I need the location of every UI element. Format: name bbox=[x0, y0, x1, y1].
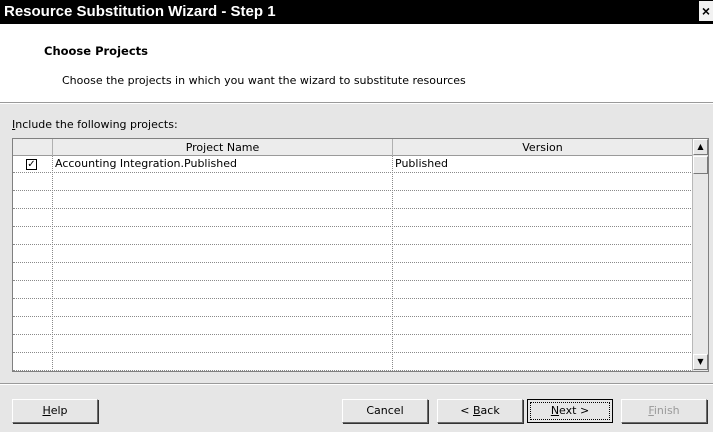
vertical-scrollbar[interactable]: ▲ ▼ bbox=[692, 139, 708, 371]
column-header-version[interactable]: Version bbox=[393, 139, 693, 156]
row-select-cell[interactable] bbox=[13, 336, 53, 353]
include-projects-label: Include the following projects: bbox=[12, 118, 178, 131]
row-select-cell[interactable] bbox=[13, 300, 53, 317]
next-button-focus-ring: Next > bbox=[530, 402, 610, 420]
project-name-cell[interactable] bbox=[53, 318, 393, 335]
help-button-accel: H bbox=[42, 404, 51, 417]
next-button-label: ext > bbox=[559, 404, 590, 417]
project-name-cell[interactable] bbox=[53, 336, 393, 353]
back-button-accel: B bbox=[473, 404, 481, 417]
version-cell[interactable] bbox=[393, 210, 693, 227]
project-name-cell[interactable] bbox=[53, 210, 393, 227]
version-cell[interactable] bbox=[393, 282, 693, 299]
finish-button[interactable]: Finish bbox=[621, 399, 707, 423]
scroll-up-icon[interactable]: ▲ bbox=[693, 139, 708, 155]
grid-header: Project Name Version bbox=[13, 139, 693, 156]
row-select-cell[interactable] bbox=[13, 174, 53, 191]
table-row[interactable] bbox=[13, 336, 693, 353]
row-select-cell[interactable] bbox=[13, 354, 53, 371]
project-name-cell[interactable]: Accounting Integration.Published bbox=[53, 156, 393, 173]
table-row[interactable] bbox=[13, 246, 693, 263]
back-button-prefix: < bbox=[460, 404, 473, 417]
table-row[interactable] bbox=[13, 282, 693, 299]
row-select-cell[interactable] bbox=[13, 282, 53, 299]
table-row[interactable] bbox=[13, 354, 693, 371]
project-name-cell[interactable] bbox=[53, 264, 393, 281]
next-button[interactable]: Next > bbox=[527, 399, 613, 423]
project-name-cell[interactable] bbox=[53, 300, 393, 317]
row-select-cell[interactable] bbox=[13, 228, 53, 245]
version-cell[interactable] bbox=[393, 192, 693, 209]
page-subtitle: Choose the projects in which you want th… bbox=[62, 74, 466, 87]
row-select-cell[interactable] bbox=[13, 264, 53, 281]
close-icon[interactable]: × bbox=[699, 1, 713, 21]
back-button[interactable]: < Back bbox=[437, 399, 523, 423]
table-row[interactable] bbox=[13, 264, 693, 281]
table-row[interactable] bbox=[13, 318, 693, 335]
column-header-select[interactable] bbox=[13, 139, 53, 156]
version-cell[interactable] bbox=[393, 174, 693, 191]
version-cell[interactable] bbox=[393, 264, 693, 281]
project-name-cell[interactable] bbox=[53, 174, 393, 191]
version-cell[interactable] bbox=[393, 300, 693, 317]
version-cell[interactable] bbox=[393, 228, 693, 245]
table-row[interactable] bbox=[13, 192, 693, 209]
scroll-down-icon[interactable]: ▼ bbox=[693, 354, 708, 370]
version-cell[interactable] bbox=[393, 318, 693, 335]
next-button-accel: N bbox=[550, 404, 560, 417]
version-cell[interactable] bbox=[393, 336, 693, 353]
table-row[interactable] bbox=[13, 174, 693, 191]
projects-grid[interactable]: Project Name Version ✓ Accounting Integr… bbox=[12, 138, 709, 372]
help-button[interactable]: Help bbox=[12, 399, 98, 423]
project-name-cell[interactable] bbox=[53, 228, 393, 245]
cancel-button-label: Cancel bbox=[366, 404, 404, 417]
project-name-cell[interactable] bbox=[53, 192, 393, 209]
version-cell[interactable]: Published bbox=[393, 156, 693, 173]
include-label-text: nclude the following projects: bbox=[15, 118, 178, 131]
scrollbar-thumb[interactable] bbox=[693, 156, 708, 174]
grid-body: Project Name Version ✓ Accounting Integr… bbox=[13, 139, 693, 371]
row-select-cell[interactable] bbox=[13, 318, 53, 335]
footer-divider-highlight bbox=[0, 384, 713, 385]
back-button-label: ack bbox=[480, 404, 500, 417]
table-row[interactable] bbox=[13, 210, 693, 227]
row-select-cell[interactable] bbox=[13, 246, 53, 263]
row-select-cell[interactable] bbox=[13, 192, 53, 209]
include-project-checkbox[interactable]: ✓ bbox=[26, 159, 37, 170]
project-name-cell[interactable] bbox=[53, 246, 393, 263]
table-row[interactable]: ✓ Accounting Integration.Published Publi… bbox=[13, 156, 693, 173]
page-title: Choose Projects bbox=[44, 44, 148, 58]
wizard-window: Resource Substitution Wizard - Step 1 × … bbox=[0, 0, 713, 432]
title-bar: Resource Substitution Wizard - Step 1 × bbox=[0, 0, 713, 24]
finish-button-label: inish bbox=[653, 404, 680, 417]
header-divider-highlight bbox=[0, 103, 713, 104]
window-title: Resource Substitution Wizard - Step 1 bbox=[4, 3, 276, 20]
row-select-cell[interactable]: ✓ bbox=[13, 156, 53, 173]
project-name-cell[interactable] bbox=[53, 354, 393, 371]
row-select-cell[interactable] bbox=[13, 210, 53, 227]
project-name-cell[interactable] bbox=[53, 282, 393, 299]
cancel-button[interactable]: Cancel bbox=[342, 399, 428, 423]
help-button-label: elp bbox=[50, 404, 68, 417]
version-cell[interactable] bbox=[393, 246, 693, 263]
version-cell[interactable] bbox=[393, 354, 693, 371]
header-panel: Choose Projects Choose the projects in w… bbox=[0, 24, 713, 102]
table-row[interactable] bbox=[13, 228, 693, 245]
column-header-project-name[interactable]: Project Name bbox=[53, 139, 393, 156]
table-row[interactable] bbox=[13, 300, 693, 317]
